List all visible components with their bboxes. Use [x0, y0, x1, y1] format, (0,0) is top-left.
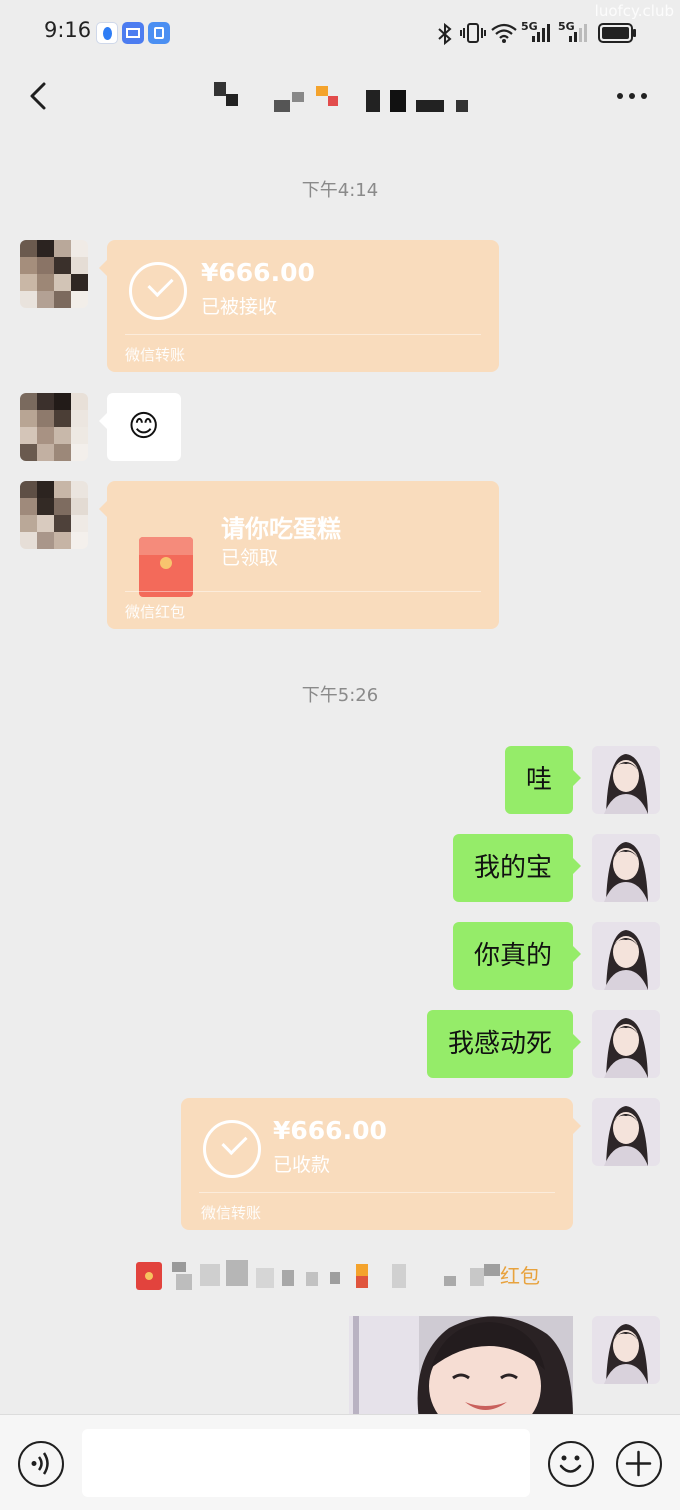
mail-notification-icon — [122, 22, 144, 44]
red-packet-footer: 微信红包 — [125, 603, 186, 621]
photo-message[interactable] — [349, 1316, 573, 1420]
red-packet-status: 已领取 — [221, 547, 279, 569]
transfer-card-received[interactable]: ¥666.00 已被接收 微信转账 — [99, 240, 499, 372]
transfer-status: 已收款 — [273, 1154, 331, 1176]
my-avatar[interactable] — [592, 1316, 660, 1384]
girl-avatar-icon — [592, 746, 660, 814]
red-packet-card[interactable]: 请你吃蛋糕 已领取 微信红包 — [99, 481, 499, 629]
red-packet-title: 请你吃蛋糕 — [221, 515, 341, 543]
check-circle-icon — [129, 262, 187, 320]
transfer-card-collected[interactable]: ¥666.00 已收款 微信转账 — [181, 1098, 581, 1230]
watermark: luofcy.club — [594, 2, 674, 20]
timestamp: 下午4:14 — [301, 180, 379, 201]
message-input[interactable] — [82, 1429, 530, 1497]
sent-message-bubble[interactable]: 我感动死 — [426, 1010, 582, 1078]
contact-avatar[interactable] — [20, 240, 88, 308]
girl-avatar-icon — [592, 834, 660, 902]
smile-emoji: 😊 — [128, 409, 160, 444]
my-avatar[interactable] — [592, 834, 660, 902]
sent-message-bubble[interactable]: 你真的 — [452, 922, 582, 990]
girl-avatar-icon — [592, 1098, 660, 1166]
my-avatar[interactable] — [592, 746, 660, 814]
more-dots-icon — [617, 93, 623, 99]
sent-message-bubble[interactable]: 哇 — [504, 746, 582, 814]
voice-input-button[interactable] — [18, 1441, 64, 1487]
battery-icon — [598, 23, 636, 43]
system-notice-text: 红包 — [500, 1264, 540, 1288]
red-envelope-icon — [139, 537, 193, 597]
girl-avatar-icon — [592, 922, 660, 990]
status-time: 9:16 — [44, 18, 92, 42]
my-avatar[interactable] — [592, 1098, 660, 1166]
transfer-footer: 微信转账 — [125, 346, 186, 364]
emoji-button[interactable] — [548, 1441, 594, 1487]
more-functions-button[interactable] — [616, 1441, 662, 1487]
vibrate-icon — [460, 23, 486, 43]
signal-icon-1 — [532, 24, 550, 42]
timestamp: 下午5:26 — [301, 685, 379, 706]
transfer-amount: ¥666.00 — [273, 1116, 387, 1145]
emoji-icon — [559, 1455, 582, 1473]
girl-avatar-icon — [592, 1010, 660, 1078]
contact-avatar[interactable] — [20, 393, 88, 461]
back-chevron-icon[interactable] — [22, 76, 58, 116]
girl-avatar-icon — [592, 1316, 660, 1384]
plus-icon — [625, 1450, 652, 1477]
signal-icon-2 — [569, 24, 587, 42]
input-bar — [0, 1414, 680, 1510]
app-notification-icon — [96, 22, 118, 44]
app-badge-icon — [148, 22, 170, 44]
transfer-amount: ¥666.00 — [201, 258, 315, 287]
child-photo-image — [349, 1316, 573, 1420]
status-bar: 9:16 luofcy.club 5G 5G — [0, 0, 680, 66]
my-avatar[interactable] — [592, 922, 660, 990]
more-options-button[interactable] — [614, 86, 654, 106]
chat-header — [0, 66, 680, 130]
red-packet-small-icon — [136, 1262, 162, 1290]
wifi-icon — [491, 23, 517, 43]
chat-title-pixelated — [210, 82, 490, 116]
system-notice: 红包 — [0, 1256, 680, 1296]
transfer-status: 已被接收 — [201, 296, 278, 318]
emoji-message-bubble[interactable]: 😊 — [99, 393, 181, 461]
my-avatar[interactable] — [592, 1010, 660, 1078]
transfer-footer: 微信转账 — [201, 1204, 262, 1222]
voice-icon — [31, 1452, 49, 1475]
sent-message-bubble[interactable]: 我的宝 — [452, 834, 582, 902]
contact-avatar[interactable] — [20, 481, 88, 549]
check-circle-icon — [203, 1120, 261, 1178]
bluetooth-icon — [438, 22, 452, 46]
